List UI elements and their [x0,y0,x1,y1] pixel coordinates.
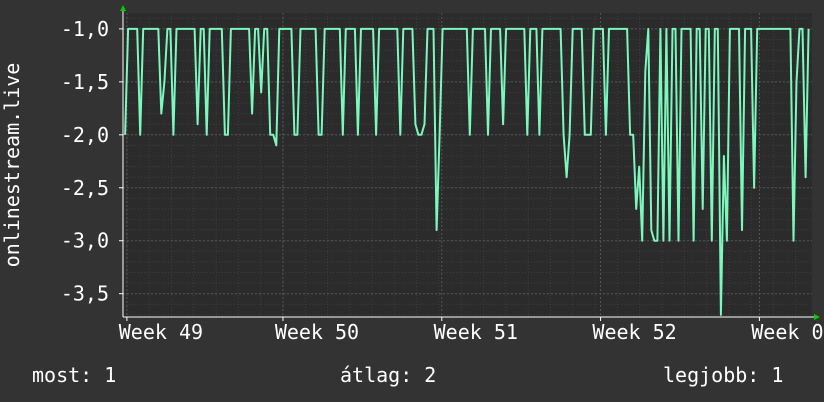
current-value: most: 1 [32,363,116,387]
average-number: 2 [424,363,437,387]
y-tick-label: -1,0 [61,17,109,41]
x-tick-label: Week 52 [592,320,676,344]
y-tick-label: -2,5 [61,176,109,200]
y-tick-label: -3,0 [61,229,109,253]
y-axis-label: onlinestream.live [0,62,24,268]
best-value: legjobb: 1 [663,363,783,387]
best-label: legjobb: [663,363,760,387]
average-label: átlag: [340,363,413,387]
current-label: most: [32,363,93,387]
x-tick-label: Week 01 [751,320,824,344]
y-tick-label: -1,5 [61,70,109,94]
y-tick-label: -2,0 [61,123,109,147]
x-tick-label: Week 49 [119,320,203,344]
x-tick-label: Week 51 [434,320,518,344]
average-value: átlag: 2 [340,363,436,387]
y-axis-arrow [120,5,126,11]
y-tick-label: -3,5 [61,282,109,306]
x-tick-label: Week 50 [275,320,359,344]
current-number: 1 [104,363,117,387]
chart: -1,0 -1,5 -2,0 -2,5 -3,0 -3,5 Week 49 Week 50 We… [61,5,824,344]
best-number: 1 [771,363,784,387]
